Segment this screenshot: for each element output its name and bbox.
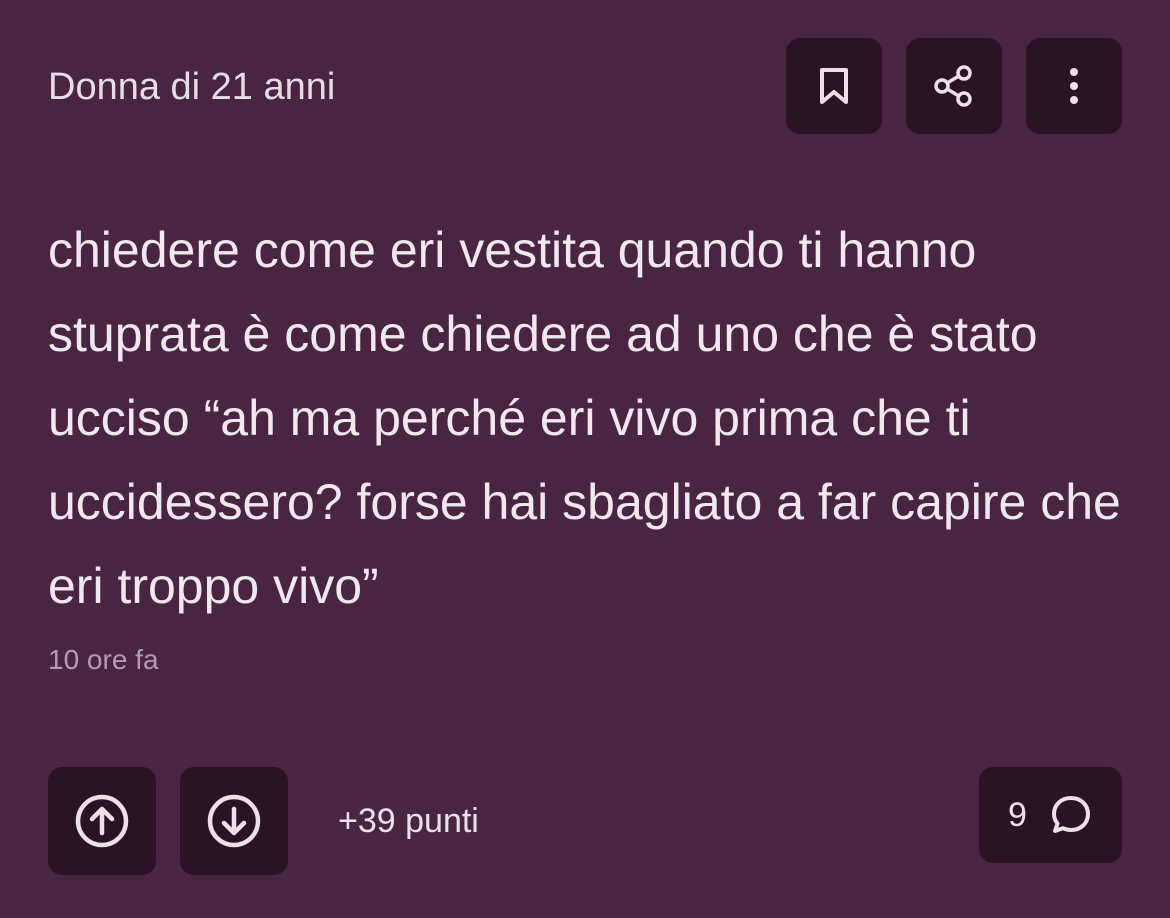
post-author: Donna di 21 anni — [48, 66, 336, 108]
post-body: chiedere come eri vestita quando ti hann… — [48, 222, 1121, 614]
comments-count: 9 — [1008, 796, 1027, 834]
bookmark-button[interactable] — [786, 38, 882, 134]
comments-button[interactable]: 9 — [979, 767, 1122, 863]
upvote-button[interactable] — [48, 767, 156, 875]
arrow-up-circle-icon — [74, 793, 130, 849]
share-icon — [932, 64, 976, 108]
more-vertical-icon — [1068, 66, 1080, 106]
post-timestamp: 10 ore fa — [48, 644, 159, 675]
bookmark-icon — [816, 66, 852, 106]
share-button[interactable] — [906, 38, 1002, 134]
downvote-button[interactable] — [180, 767, 288, 875]
more-options-button[interactable] — [1026, 38, 1122, 134]
post-score: +39 punti — [338, 802, 479, 840]
comment-bubble-icon — [1049, 793, 1093, 837]
arrow-down-circle-icon — [206, 793, 262, 849]
post-card: Donna di 21 anni chiedere come eri vesti… — [0, 0, 1170, 918]
